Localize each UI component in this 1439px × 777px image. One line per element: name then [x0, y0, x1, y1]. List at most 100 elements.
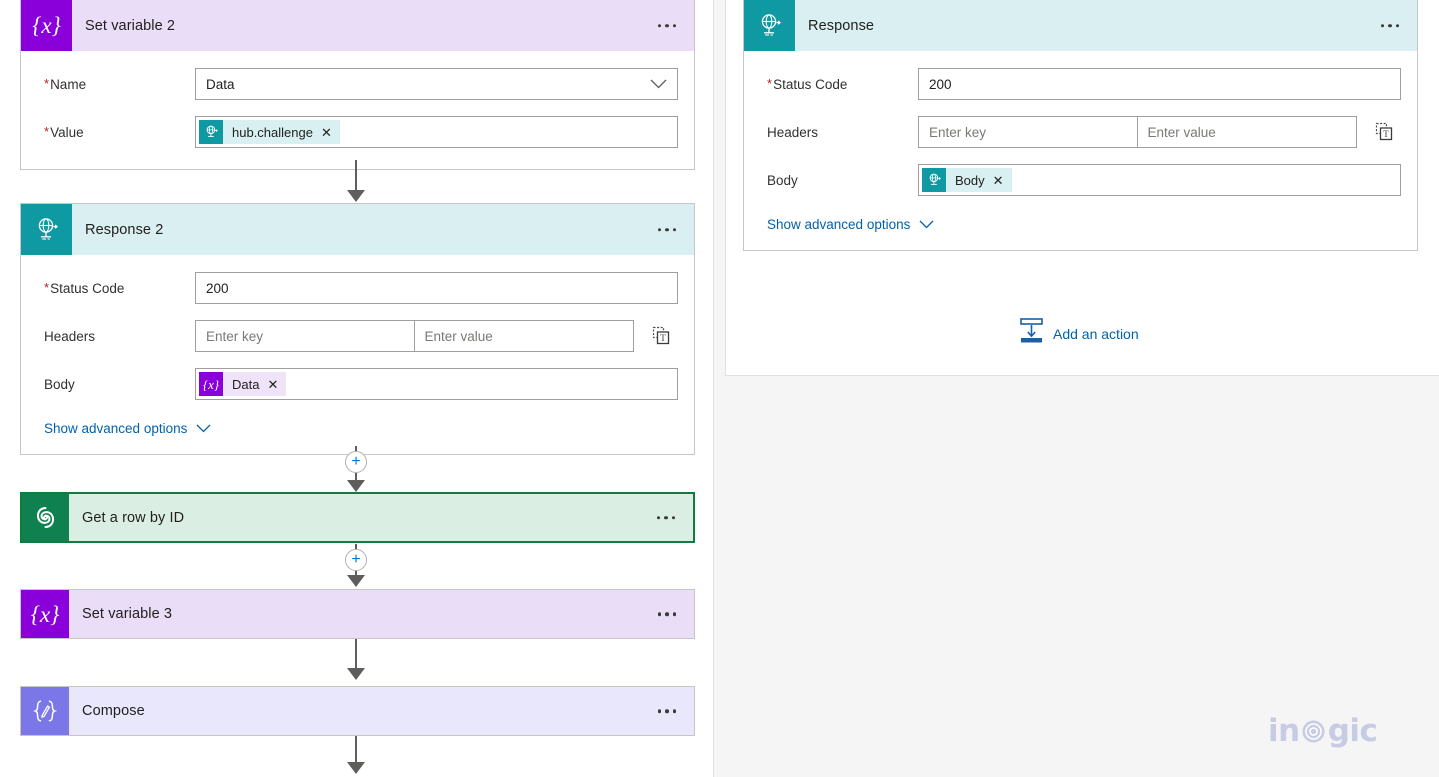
token-label: Data [232, 377, 259, 392]
more-options-icon[interactable] [654, 18, 681, 34]
card-title: Compose [69, 703, 694, 719]
variable-name-dropdown[interactable]: Data [195, 68, 678, 100]
action-card-response[interactable]: Response *Status Code 200 Headers Enter … [743, 0, 1418, 251]
token-label-wrap: hub.challenge ✕ [223, 120, 340, 144]
more-options-icon[interactable] [653, 510, 680, 526]
token-chip[interactable]: hub.challenge ✕ [199, 120, 340, 144]
show-advanced-options-link[interactable]: Show advanced options [767, 217, 1401, 232]
svg-text:T: T [660, 333, 666, 343]
field-row-name: *Name Data [33, 65, 678, 103]
response-globe-icon [199, 120, 223, 144]
variable-value-input[interactable]: hub.challenge ✕ [195, 116, 678, 148]
token-chip[interactable]: Body ✕ [922, 168, 1012, 192]
field-row-status-code: *Status Code 200 [33, 269, 678, 307]
remove-token-icon[interactable]: ✕ [993, 174, 1004, 187]
inogic-watermark: in gic [1268, 713, 1377, 749]
variable-braces-icon: {x} [199, 372, 223, 396]
header-key-input[interactable]: Enter key [195, 320, 415, 352]
advanced-label: Show advanced options [44, 421, 187, 436]
status-code-input[interactable]: 200 [918, 68, 1401, 100]
response-globe-icon [922, 168, 946, 192]
connector-arrow [347, 480, 365, 492]
field-row-headers: Headers Enter key Enter value T [33, 317, 678, 355]
header-key-input[interactable]: Enter key [918, 116, 1138, 148]
response-globe-icon [21, 204, 72, 255]
card-header[interactable]: {x} Set variable 3 [21, 590, 694, 638]
field-row-body: Body {x} Data ✕ [33, 365, 678, 403]
card-title: Response 2 [72, 222, 694, 238]
field-row-value: *Value [33, 113, 678, 151]
show-advanced-options-link[interactable]: Show advanced options [44, 421, 678, 436]
action-card-compose[interactable]: Compose [20, 686, 695, 736]
action-card-get-a-row-by-id[interactable]: Get a row by ID [20, 492, 695, 543]
action-card-response-2[interactable]: Response 2 *Status Code 200 Headers Ente… [20, 203, 695, 455]
field-label: Body [33, 377, 195, 392]
field-label: *Status Code [33, 281, 195, 296]
more-options-icon[interactable] [1377, 18, 1404, 34]
card-title: Response [795, 18, 1417, 34]
remove-token-icon[interactable]: ✕ [267, 378, 278, 391]
card-header[interactable]: Response 2 [21, 204, 694, 255]
card-body: *Status Code 200 Headers Enter key Enter… [21, 255, 694, 454]
connector-arrow [347, 668, 365, 680]
required-asterisk: * [44, 76, 49, 91]
card-header[interactable]: Compose [21, 687, 694, 735]
advanced-label: Show advanced options [767, 217, 910, 232]
card-header[interactable]: Get a row by ID [22, 494, 693, 541]
card-title: Get a row by ID [69, 510, 693, 526]
insert-action-icon [1020, 318, 1043, 349]
connector-line [355, 639, 357, 671]
card-header[interactable]: {x} Set variable 2 [21, 0, 694, 51]
field-row-status-code: *Status Code 200 [756, 65, 1401, 103]
card-body: *Status Code 200 Headers Enter key Enter… [744, 51, 1417, 250]
action-card-set-variable-3[interactable]: {x} Set variable 3 [20, 589, 695, 639]
header-value-input[interactable]: Enter value [415, 320, 635, 352]
switch-to-text-mode-icon[interactable]: T [644, 326, 678, 346]
more-options-icon[interactable] [654, 606, 681, 622]
card-title: Set variable 2 [72, 18, 694, 34]
body-input[interactable]: {x} Data ✕ [195, 368, 678, 400]
add-step-plus-button[interactable]: + [345, 451, 367, 473]
field-label: *Value [33, 125, 195, 140]
add-an-action-button[interactable]: Add an action [1020, 318, 1139, 349]
flow-designer-canvas: Response *Status Code 200 Headers Enter … [0, 0, 1439, 777]
action-card-set-variable-2[interactable]: {x} Set variable 2 *Name Data *Value [20, 0, 695, 170]
variable-braces-icon: {x} [21, 0, 72, 51]
response-globe-icon [744, 0, 795, 51]
header-value-input[interactable]: Enter value [1138, 116, 1358, 148]
token-chip[interactable]: {x} Data ✕ [199, 372, 286, 396]
connector-arrow [347, 575, 365, 587]
connector-arrow [347, 190, 365, 202]
chevron-down-icon[interactable] [650, 79, 673, 89]
connector-arrow [347, 762, 365, 774]
compose-pencil-icon [21, 687, 69, 735]
add-an-action-label: Add an action [1053, 326, 1139, 342]
field-label: *Name [33, 77, 195, 92]
required-asterisk: * [767, 76, 772, 91]
svg-text:T: T [1383, 129, 1389, 139]
token-label: Body [955, 173, 985, 188]
token-label-wrap: Body ✕ [946, 168, 1012, 192]
switch-to-text-mode-icon[interactable]: T [1367, 122, 1401, 142]
chevron-down-icon [919, 217, 934, 232]
more-options-icon[interactable] [654, 222, 681, 238]
body-input[interactable]: Body ✕ [918, 164, 1401, 196]
card-header[interactable]: Response [744, 0, 1417, 51]
variable-braces-icon: {x} [21, 590, 69, 638]
field-label: Body [756, 173, 918, 188]
connector-line [355, 160, 357, 192]
card-body: *Name Data *Value [21, 51, 694, 169]
dropdown-value: Data [206, 77, 235, 92]
status-code-input[interactable]: 200 [195, 272, 678, 304]
chevron-down-icon [196, 421, 211, 436]
field-row-headers: Headers Enter key Enter value T [756, 113, 1401, 151]
field-row-body: Body [756, 161, 1401, 199]
field-label: Headers [756, 125, 918, 140]
remove-token-icon[interactable]: ✕ [321, 126, 332, 139]
more-options-icon[interactable] [654, 703, 681, 719]
add-step-plus-button[interactable]: + [345, 549, 367, 571]
required-asterisk: * [44, 280, 49, 295]
card-title: Set variable 3 [69, 606, 694, 622]
required-asterisk: * [44, 124, 49, 139]
token-label-wrap: Data ✕ [223, 372, 286, 396]
